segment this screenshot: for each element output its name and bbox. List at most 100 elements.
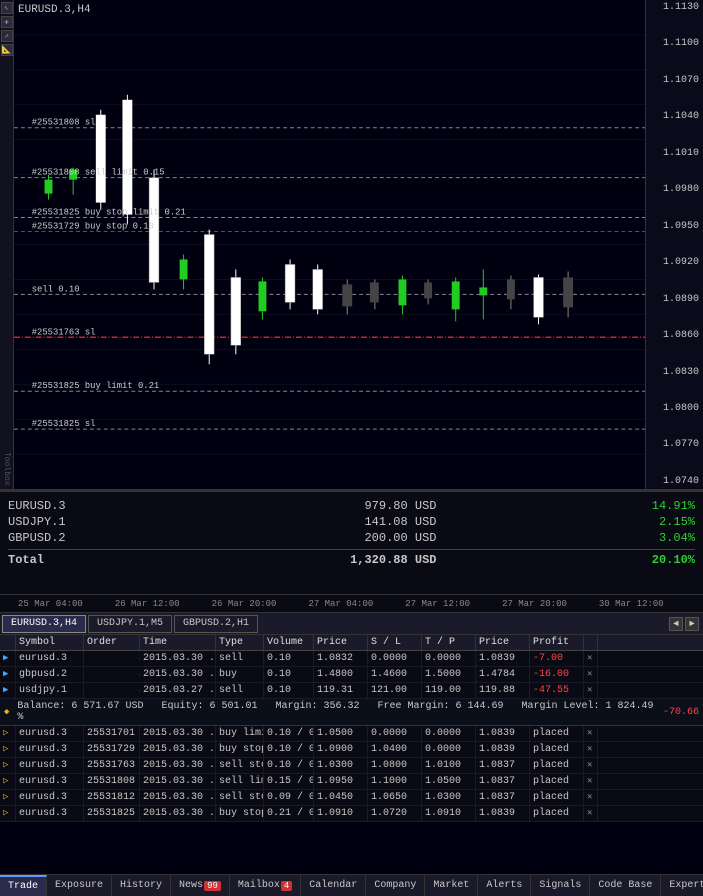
trade-volume: 0.10 [264,683,314,698]
trade-sl: 0.0000 [368,651,422,666]
order-status: placed [530,726,584,741]
time-label: 27 Mar 20:00 [502,599,567,609]
tool-button[interactable]: 📐 [1,44,13,56]
summary-pct: 2.15% [615,515,695,529]
pending-order-row: ▷ eurusd.3 25531812 2015.03.30 ... sell … [0,790,703,806]
trade-row: ▶ gbpusd.2 2015.03.30 ... buy 0.10 1.480… [0,667,703,683]
time-label: 26 Mar 12:00 [115,599,180,609]
chart-tab-prev[interactable]: ◄ [669,617,683,631]
trade-time: 2015.03.30 ... [140,651,216,666]
cancel-order-button[interactable]: ✕ [587,728,592,738]
trade-profit: -47.55 [530,683,584,698]
order-symbol: eurusd.3 [16,774,84,789]
col-header-price2[interactable]: Price [476,635,530,650]
order-type: sell stop ... [216,790,264,805]
tab-expert[interactable]: Expert [661,875,703,896]
toolbox-label: Toolbox [2,452,11,486]
svg-text:#25531825 buy stop limit 0.21: #25531825 buy stop limit 0.21 [32,208,186,218]
trade-current-price: 119.88 [476,683,530,698]
time-axis: 25 Mar 04:00 26 Mar 12:00 26 Mar 20:00 2… [0,595,703,613]
chart-title: EURUSD.3,H4 [18,4,91,16]
order-time: 2015.03.30 ... [140,806,216,821]
order-current-price: 1.0837 [476,774,530,789]
tab-market[interactable]: Market [425,875,478,896]
cancel-order-button[interactable]: ✕ [587,744,592,754]
col-header-type[interactable]: Type [216,635,264,650]
trade-order [84,673,140,677]
tab-alerts[interactable]: Alerts [478,875,531,896]
tool-button[interactable]: ↖ [1,2,13,14]
trade-symbol: usdjpy.1 [16,683,84,698]
close-trade-button[interactable]: ✕ [587,685,592,695]
col-header-volume[interactable]: Volume [264,635,314,650]
order-symbol: eurusd.3 [16,726,84,741]
cancel-order-button[interactable]: ✕ [587,776,592,786]
pending-icon: ▷ [3,808,8,818]
trade-type: buy [216,667,264,682]
chart-tab-navigation: ◄ ► [669,617,699,631]
summary-panel: EURUSD.3 979.80 USD 14.91% USDJPY.1 141.… [0,490,703,595]
close-trade-button[interactable]: ✕ [587,669,592,679]
order-type: buy stop [216,742,264,757]
order-number: 25531729 [84,742,140,757]
tab-codebase[interactable]: Code Base [590,875,661,896]
trade-icon: ▶ [3,653,8,663]
order-symbol: eurusd.3 [16,758,84,773]
trade-icon: ▶ [3,669,8,679]
summary-row-usdjpy: USDJPY.1 141.08 USD 2.15% [8,514,695,530]
order-price: 1.0450 [314,790,368,805]
svg-text:sell 0.10: sell 0.10 [32,284,80,294]
summary-total-label: Total [8,553,128,567]
trade-tp: 1.5000 [422,667,476,682]
order-type: buy stop... [216,806,264,821]
trade-icon: ▶ [3,685,8,695]
col-header-order[interactable]: Order [84,635,140,650]
col-header-symbol[interactable]: Symbol [16,635,84,650]
order-current-price: 1.0837 [476,758,530,773]
col-header-time[interactable]: Time [140,635,216,650]
trade-volume: 0.10 [264,667,314,682]
tab-trade[interactable]: Trade [0,875,47,896]
chart-tab-gbpusd[interactable]: GBPUSD.2,H1 [174,615,258,633]
tab-mailbox[interactable]: Mailbox4 [230,875,301,896]
close-trade-button[interactable]: ✕ [587,653,592,663]
cancel-order-button[interactable]: ✕ [587,792,592,802]
cancel-order-button[interactable]: ✕ [587,760,592,770]
svg-text:#25531763 sl: #25531763 sl [32,327,96,337]
tool-button[interactable]: ✚ [1,16,13,28]
summary-amount: 200.00 USD [307,531,437,545]
pending-icon: ▷ [3,760,8,770]
order-number: 25531701 [84,726,140,741]
chart-tab-usdjpy[interactable]: USDJPY.1,M5 [88,615,172,633]
col-header-price[interactable]: Price [314,635,368,650]
trade-sl: 1.4600 [368,667,422,682]
tool-button[interactable]: ↗ [1,30,13,42]
col-header-profit[interactable]: Profit [530,635,584,650]
summary-pct: 3.04% [615,531,695,545]
col-header-sl[interactable]: S / L [368,635,422,650]
tab-exposure[interactable]: Exposure [47,875,112,896]
order-sl: 1.1000 [368,774,422,789]
tab-calendar[interactable]: Calendar [301,875,366,896]
chart-tab-eurusd[interactable]: EURUSD.3,H4 [2,615,86,633]
pending-order-row: ▷ eurusd.3 25531763 2015.03.30 ... sell … [0,758,703,774]
order-price: 1.0950 [314,774,368,789]
tab-signals[interactable]: Signals [531,875,590,896]
chart-tab-next[interactable]: ► [685,617,699,631]
tab-history[interactable]: History [112,875,171,896]
trade-current-price: 1.0839 [476,651,530,666]
order-number: 25531825 [84,806,140,821]
order-volume: 0.09 / 0.00 [264,790,314,805]
trade-time: 2015.03.27 ... [140,683,216,698]
tab-company[interactable]: Company [366,875,425,896]
order-type: buy limit [216,726,264,741]
order-sl: 1.0650 [368,790,422,805]
col-header-tp[interactable]: T / P [422,635,476,650]
order-sl: 1.0720 [368,806,422,821]
tab-news[interactable]: News99 [171,875,230,896]
trade-order [84,657,140,661]
summary-amount: 141.08 USD [307,515,437,529]
order-price: 1.0910 [314,806,368,821]
order-current-price: 1.0839 [476,726,530,741]
cancel-order-button[interactable]: ✕ [587,808,592,818]
